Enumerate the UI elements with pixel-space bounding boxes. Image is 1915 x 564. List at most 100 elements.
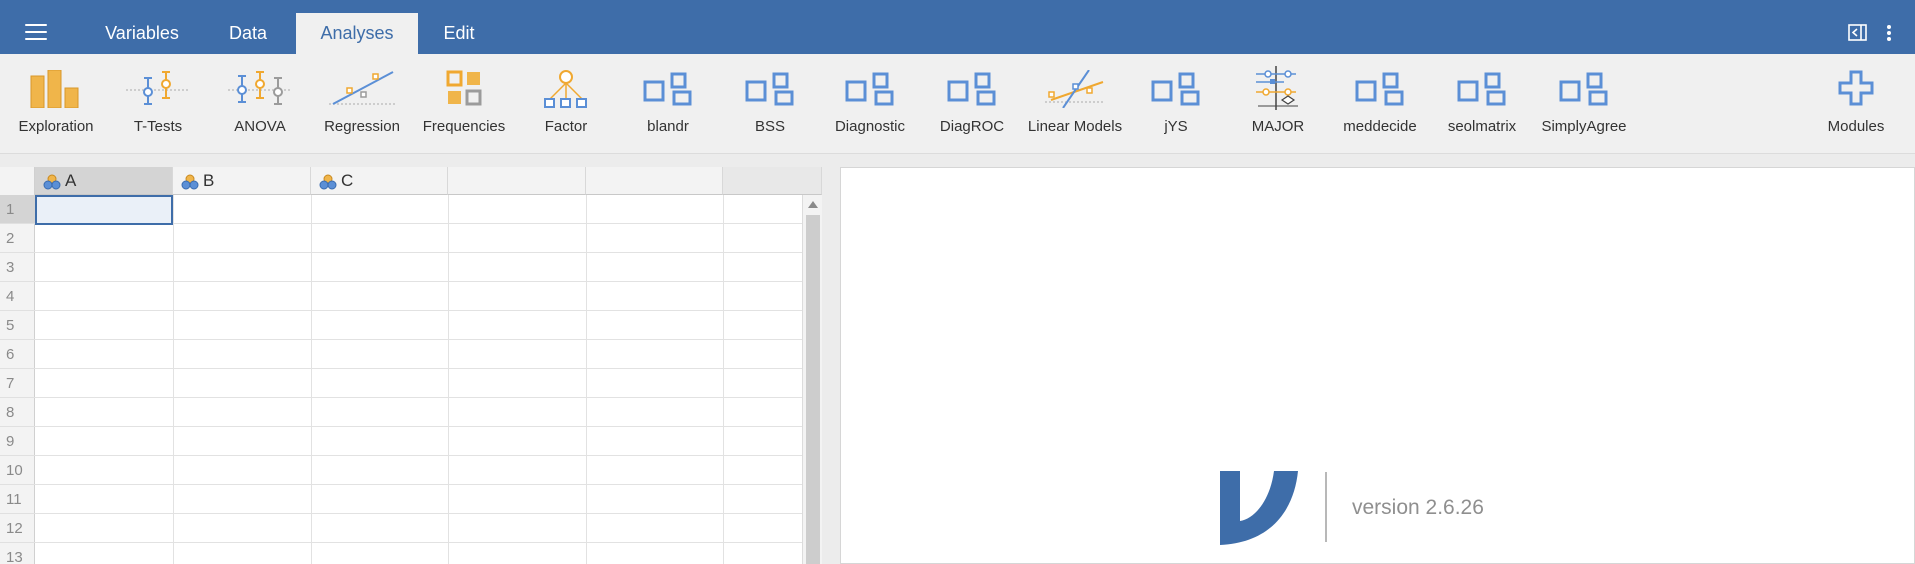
row-number[interactable]: 13 xyxy=(0,543,35,564)
tab-analyses[interactable]: Analyses xyxy=(296,13,418,54)
analyses-ribbon: Exploration T-Tests ANOVA Regression Fre… xyxy=(0,54,1915,154)
row-gridline xyxy=(35,252,802,253)
row-number[interactable]: 10 xyxy=(0,456,35,485)
row-number[interactable]: 11 xyxy=(0,485,35,514)
diagroc-label: DiagROC xyxy=(939,118,1005,135)
linear-models-icon xyxy=(1045,70,1105,108)
nominal-variable-icon xyxy=(181,174,199,190)
row-number[interactable]: 7 xyxy=(0,369,35,398)
tab-variables[interactable]: Variables xyxy=(84,13,200,54)
scroll-up-arrow-icon[interactable] xyxy=(808,201,818,208)
factor-button[interactable]: Factor xyxy=(524,54,608,154)
jamovi-logo-icon xyxy=(1220,471,1298,545)
exploration-button[interactable]: Exploration xyxy=(6,54,106,154)
seolmatrix-button[interactable]: seolmatrix xyxy=(1436,54,1528,154)
column-header-empty[interactable] xyxy=(723,167,822,195)
simplyagree-label: SimplyAgree xyxy=(1541,118,1627,135)
row-gridline xyxy=(35,310,802,311)
module-icon xyxy=(845,72,894,106)
module-icon xyxy=(947,72,996,106)
row-gridline xyxy=(35,542,802,543)
row-gridline xyxy=(35,368,802,369)
exploration-icon xyxy=(30,70,79,108)
vertical-scrollbar[interactable] xyxy=(802,195,822,564)
module-icon xyxy=(745,72,794,106)
nominal-variable-icon xyxy=(43,174,61,190)
diagnostic-label: Diagnostic xyxy=(834,118,906,135)
major-label: MAJOR xyxy=(1251,118,1305,135)
blandr-button[interactable]: blandr xyxy=(626,54,710,154)
meddecide-button[interactable]: meddecide xyxy=(1334,54,1426,154)
jys-label: jYS xyxy=(1164,118,1188,135)
column-gridline xyxy=(723,195,724,564)
data-spreadsheet[interactable]: A B C 1 2 3 4 5 6 7 8 9 10 11 12 13 xyxy=(0,167,822,564)
top-menu-bar: Variables Data Analyses Edit xyxy=(0,0,1915,54)
row-number[interactable]: 5 xyxy=(0,311,35,340)
tab-edit[interactable]: Edit xyxy=(418,13,500,54)
column-header-b[interactable]: B xyxy=(173,167,311,195)
frequencies-icon xyxy=(446,70,482,106)
column-header-empty[interactable] xyxy=(586,167,723,195)
column-gridline xyxy=(448,195,449,564)
jys-button[interactable]: jYS xyxy=(1134,54,1218,154)
row-number[interactable]: 6 xyxy=(0,340,35,369)
more-options-icon[interactable] xyxy=(1884,23,1904,43)
row-number[interactable]: 9 xyxy=(0,427,35,456)
linear-models-button[interactable]: Linear Models xyxy=(1020,54,1130,154)
jamovi-window: Variables Data Analyses Edit Exploration xyxy=(0,0,1915,564)
row-number[interactable]: 8 xyxy=(0,398,35,427)
frequencies-label: Frequencies xyxy=(422,118,506,135)
t-tests-label: T-Tests xyxy=(133,118,183,135)
frequencies-button[interactable]: Frequencies xyxy=(418,54,510,154)
toggle-panel-icon[interactable] xyxy=(1848,23,1868,43)
blandr-label: blandr xyxy=(647,118,689,135)
module-icon xyxy=(1457,72,1506,106)
version-label: version 2.6.26 xyxy=(1352,496,1484,519)
linear-models-label: Linear Models xyxy=(1027,118,1123,135)
module-icon xyxy=(1355,72,1404,106)
bss-label: BSS xyxy=(754,118,785,135)
diagroc-button[interactable]: DiagROC xyxy=(930,54,1014,154)
meddecide-label: meddecide xyxy=(1343,118,1417,135)
column-gridline xyxy=(173,195,174,564)
modules-button[interactable]: Modules xyxy=(1812,54,1900,154)
tab-data[interactable]: Data xyxy=(200,13,296,54)
active-cell[interactable] xyxy=(35,195,173,225)
row-number[interactable]: 4 xyxy=(0,282,35,311)
column-header-c[interactable]: C xyxy=(311,167,448,195)
bss-button[interactable]: BSS xyxy=(728,54,812,154)
modules-label: Modules xyxy=(1827,118,1885,135)
column-gridline xyxy=(311,195,312,564)
logo-divider xyxy=(1325,472,1327,542)
anova-icon xyxy=(228,71,292,105)
column-header-a[interactable]: A xyxy=(35,167,173,195)
t-tests-icon xyxy=(126,71,190,105)
major-button[interactable]: MAJOR xyxy=(1236,54,1320,154)
module-icon xyxy=(1559,72,1608,106)
anova-button[interactable]: ANOVA xyxy=(218,54,302,154)
row-number[interactable]: 2 xyxy=(0,224,35,253)
factor-label: Factor xyxy=(544,118,588,135)
column-name: A xyxy=(65,171,77,190)
nominal-variable-icon xyxy=(319,174,337,190)
simplyagree-button[interactable]: SimplyAgree xyxy=(1536,54,1632,154)
column-header-empty[interactable] xyxy=(448,167,586,195)
row-gridline xyxy=(35,484,802,485)
hamburger-menu-icon[interactable] xyxy=(25,24,47,40)
row-gridline xyxy=(35,397,802,398)
row-gridline xyxy=(35,513,802,514)
row-gridline xyxy=(35,426,802,427)
module-icon xyxy=(643,72,692,106)
factor-icon xyxy=(544,70,587,108)
diagnostic-button[interactable]: Diagnostic xyxy=(824,54,916,154)
row-number[interactable]: 3 xyxy=(0,253,35,282)
major-icon xyxy=(1256,66,1298,110)
row-number[interactable]: 12 xyxy=(0,514,35,543)
row-number[interactable]: 1 xyxy=(0,195,35,224)
t-tests-button[interactable]: T-Tests xyxy=(116,54,200,154)
row-gridline xyxy=(35,339,802,340)
regression-button[interactable]: Regression xyxy=(316,54,408,154)
seolmatrix-label: seolmatrix xyxy=(1447,118,1517,135)
exploration-label: Exploration xyxy=(18,118,94,135)
scrollbar-thumb[interactable] xyxy=(806,215,820,564)
